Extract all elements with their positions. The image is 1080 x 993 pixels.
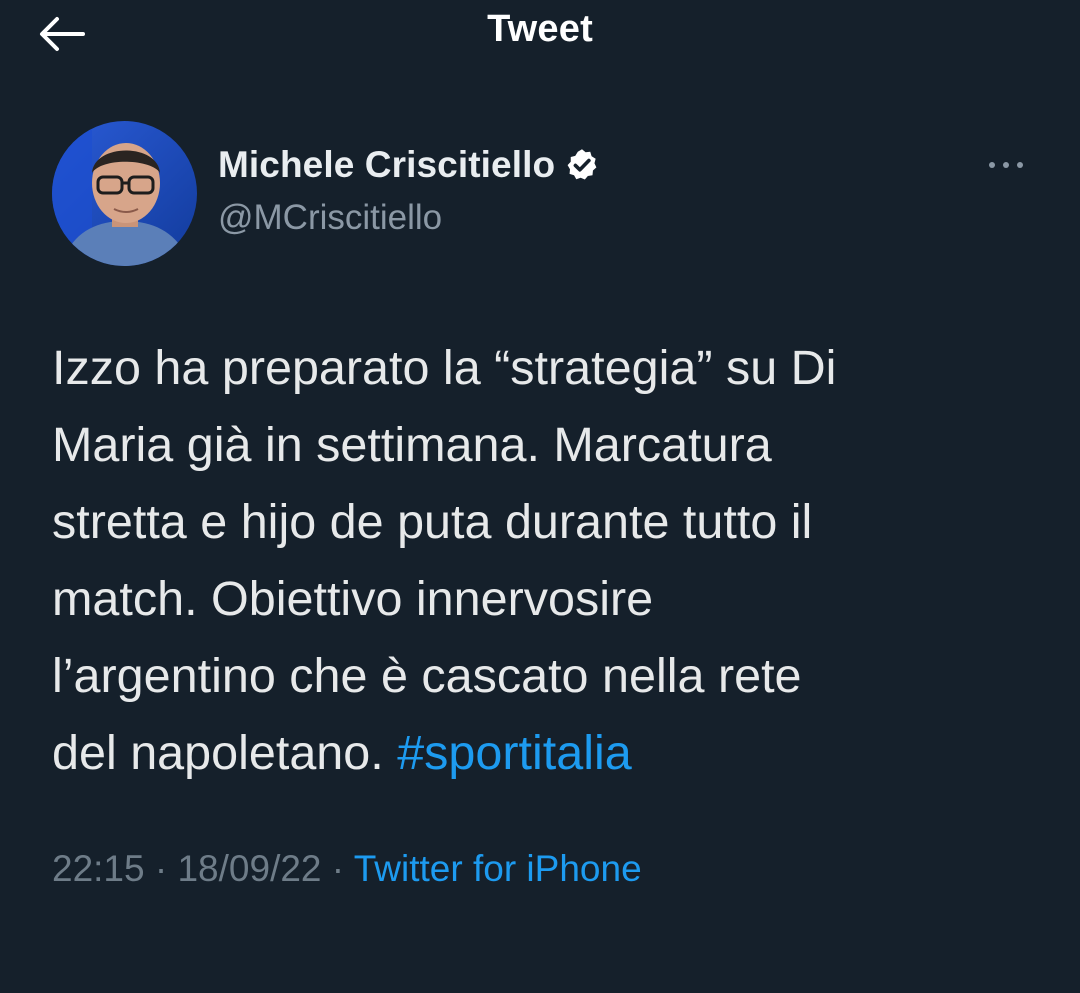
page-title: Tweet: [487, 8, 593, 50]
tweet-time: 22:15: [52, 848, 145, 889]
avatar[interactable]: [52, 121, 197, 266]
more-horizontal-icon: [989, 162, 1023, 168]
hashtag-link[interactable]: #sportitalia: [397, 726, 632, 780]
meta-separator-2: ·: [321, 848, 354, 889]
top-bar: Tweet: [0, 0, 1080, 70]
more-options-button[interactable]: [978, 148, 1034, 182]
tweet-source-link[interactable]: Twitter for iPhone: [354, 848, 642, 889]
author-name-row[interactable]: Michele Criscitiello: [218, 144, 600, 186]
verified-badge-icon: [564, 147, 600, 183]
meta-separator: ·: [144, 848, 178, 889]
tweet-text: Izzo ha preparato la “strategia” su Di M…: [52, 330, 1042, 792]
author-handle[interactable]: @MCriscitiello: [218, 198, 442, 238]
tweet-meta: 22:15 · 18/09/22 · Twitter for iPhone: [52, 848, 642, 890]
author-display-name: Michele Criscitiello: [218, 144, 556, 185]
tweet-body: Izzo ha preparato la “strategia” su Di M…: [52, 341, 837, 780]
tweet-date: 18/09/22: [177, 848, 322, 889]
